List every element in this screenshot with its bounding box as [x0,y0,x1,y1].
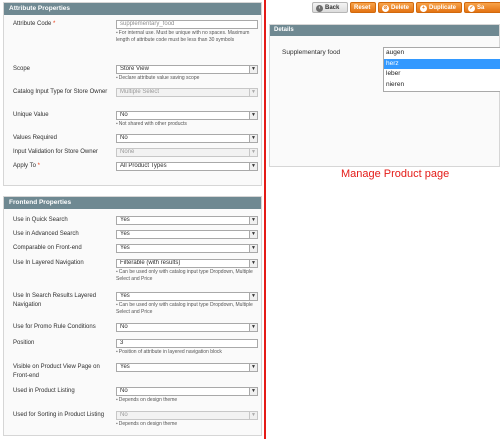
position-input[interactable]: 3 [116,339,258,348]
promo-rule-label: Use for Promo Rule Conditions [13,324,96,330]
bullet-icon: ▪ [116,75,118,81]
values-required-label: Values Required [13,135,57,141]
apply-to-select[interactable]: All Product Types ▼ [116,162,258,171]
bullet-icon: ▪ [116,30,118,36]
dropdown-arrow-icon: ▼ [249,217,257,224]
search-results-layered-label: Use In Search Results Layered Navigation [13,293,97,308]
save-button[interactable]: ✓ Sa [464,2,500,13]
dropdown-arrow-icon: ▼ [249,412,257,419]
comparable-select[interactable]: Yes ▼ [116,244,258,253]
dropdown-arrow-icon: ▼ [249,149,257,156]
layered-navigation-label: Use In Layered Navigation [13,260,84,266]
position-label: Position [13,340,35,346]
dropdown-arrow-icon: ▼ [249,112,257,119]
sorting-label: Used for Sorting in Product Listing [13,412,105,418]
scope-select[interactable]: Store View ▼ [116,65,258,74]
apply-to-label: Apply To * [13,163,40,169]
sorting-select: No ▼ [116,411,258,420]
product-listing-select[interactable]: No ▼ [116,387,258,396]
back-arrow-icon: ‹ [316,5,323,12]
dropdown-arrow-icon: ▼ [249,66,257,73]
sorting-note: ▪Depends on design theme [116,421,178,427]
quick-search-select[interactable]: Yes ▼ [116,216,258,225]
delete-button[interactable]: ⊘ Delete [378,2,414,13]
delete-icon: ⊘ [382,5,389,12]
attribute-code-label: Attribute Code * [13,21,56,27]
option-nieren[interactable]: nieren [384,80,500,91]
option-herz[interactable]: herz [384,58,500,69]
input-validation-label: Input Validation for Store Owner [13,149,98,155]
dropdown-arrow-icon: ▼ [249,163,257,170]
visible-on-view-select[interactable]: Yes ▼ [116,363,258,372]
product-toolbar: ‹ Back Reset ⊘ Delete + Duplicate ✓ Sa [266,2,500,15]
dropdown-arrow-icon: ▼ [249,135,257,142]
attribute-properties-section: Attribute Properties Attribute Code * su… [3,2,262,186]
product-listing-note: ▪Depends on design theme [116,397,178,403]
attribute-edit-panel: Attribute Properties Attribute Code * su… [0,0,264,439]
dropdown-arrow-icon: ▼ [249,293,257,300]
supplementary-food-label: Supplementary food [282,49,341,56]
layered-navigation-note: ▪Can be used only with catalog input typ… [116,269,253,282]
quick-search-label: Use in Quick Search [13,217,68,223]
dropdown-arrow-icon: ▼ [249,245,257,252]
section-title: Frontend Properties [4,197,261,209]
unique-value-label: Unique Value [13,112,49,118]
search-results-layered-select[interactable]: Yes ▼ [116,292,258,301]
option-augen[interactable]: augen [384,48,500,59]
unique-value-select[interactable]: No ▼ [116,111,258,120]
duplicate-button[interactable]: + Duplicate [416,2,462,13]
back-button[interactable]: ‹ Back [312,2,348,13]
check-icon: ✓ [468,5,475,12]
supplementary-food-multiselect[interactable]: augen herz leber nieren [383,47,500,92]
option-leber[interactable]: leber [384,69,500,80]
dropdown-arrow-icon: ▼ [249,260,257,267]
bullet-icon: ▪ [116,121,118,127]
bullet-icon: ▪ [116,302,118,308]
dropdown-arrow-icon: ▼ [249,231,257,238]
layered-navigation-select[interactable]: Filterable (with results) ▼ [116,259,258,268]
advanced-search-select[interactable]: Yes ▼ [116,230,258,239]
input-validation-select: None ▼ [116,148,258,157]
bullet-icon: ▪ [116,421,118,427]
catalog-input-type-label: Catalog Input Type for Store Owner [13,89,108,95]
manage-product-caption: Manage Product page [341,168,450,180]
attribute-code-input[interactable]: supplementary_food [116,20,258,29]
product-listing-label: Used in Product Listing [13,388,75,394]
promo-rule-select[interactable]: No ▼ [116,323,258,332]
dropdown-arrow-icon: ▼ [249,324,257,331]
visible-on-view-label: Visible on Product View Page on Front-en… [13,364,100,379]
scope-label: Scope [13,66,31,72]
details-section: Details Supplementary food augen herz le… [269,24,500,167]
section-title: Attribute Properties [4,3,261,15]
dropdown-arrow-icon: ▼ [249,388,257,395]
reset-button[interactable]: Reset [350,2,376,13]
section-title: Details [270,25,499,36]
dropdown-arrow-icon: ▼ [249,364,257,371]
dropdown-arrow-icon: ▼ [249,89,257,96]
attribute-code-note: ▪For internal use. Must be unique with n… [116,30,250,43]
comparable-label: Comparable on Front-end [13,245,82,251]
manage-product-panel: ‹ Back Reset ⊘ Delete + Duplicate ✓ Sa Detai… [266,0,500,439]
search-results-layered-note: ▪Can be used only with catalog input typ… [116,302,253,315]
values-required-select[interactable]: No ▼ [116,134,258,143]
frontend-properties-section: Frontend Properties Use in Quick Search … [3,196,262,436]
catalog-input-type-select: Multiple Select ▼ [116,88,258,97]
bullet-icon: ▪ [116,269,118,275]
scope-note: ▪Declare attribute value saving scope [116,75,200,81]
unique-value-note: ▪Not shared with other products [116,121,187,127]
position-note: ▪Position of attribute in layered naviga… [116,349,222,355]
bullet-icon: ▪ [116,349,118,355]
bullet-icon: ▪ [116,397,118,403]
advanced-search-label: Use in Advanced Search [13,231,79,237]
add-icon: + [420,5,427,12]
